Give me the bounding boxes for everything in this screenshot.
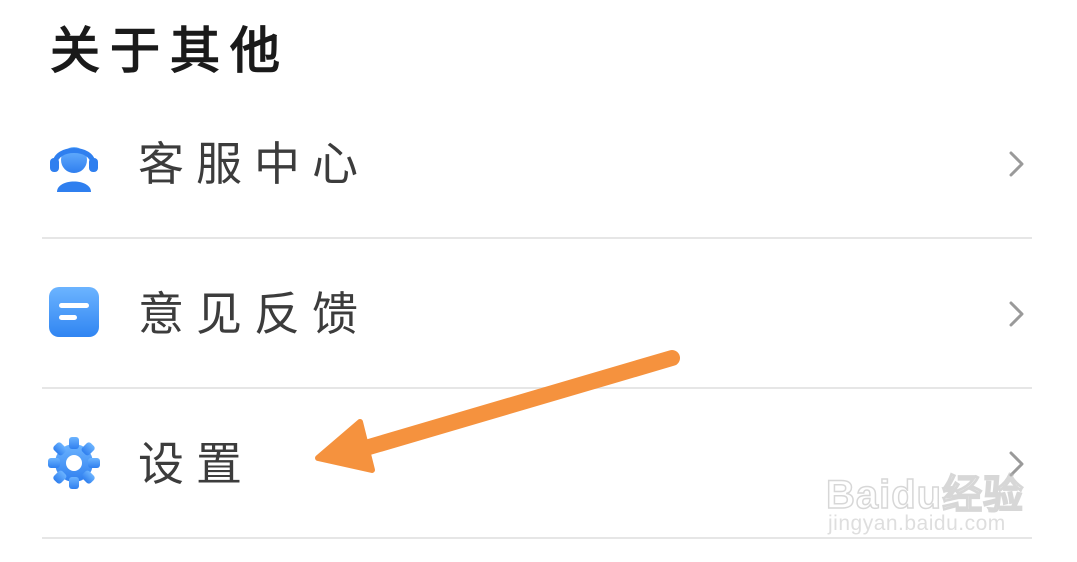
section-title: 关于其他	[50, 21, 290, 80]
chevron-right-icon	[1009, 151, 1024, 177]
headset-agent-icon	[50, 147, 98, 192]
baidu-jingyan-watermark: Baidu经验 jingyan.baidu.com	[825, 448, 1026, 544]
menu-item-customer-service[interactable]: 客服中心	[0, 88, 1077, 238]
chevron-right-icon	[1009, 301, 1024, 327]
watermark-url: jingyan.baidu.com	[828, 512, 1006, 535]
menu-item-label: 设置	[138, 437, 254, 491]
menu-item-feedback[interactable]: 意见反馈	[0, 238, 1077, 388]
menu-item-label: 意见反馈	[138, 287, 370, 341]
feedback-note-icon	[49, 287, 99, 337]
gear-icon	[48, 437, 100, 489]
menu-item-label: 客服中心	[138, 137, 370, 191]
